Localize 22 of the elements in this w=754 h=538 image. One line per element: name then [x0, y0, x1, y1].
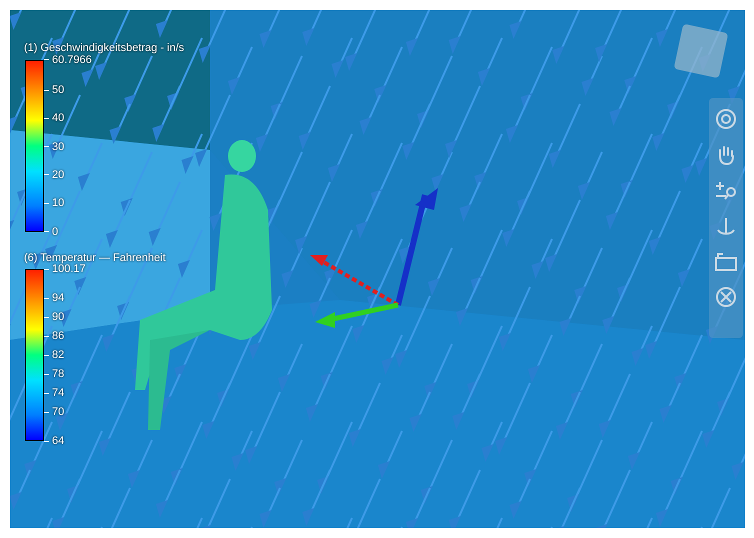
legend-title: (1) Geschwindigkeitsbetrag - in/s — [24, 41, 184, 55]
legend-value: 74 — [52, 386, 64, 400]
legend-value: 82 — [52, 348, 64, 362]
legend-value: 10 — [52, 196, 64, 210]
fit-view-icon[interactable] — [714, 252, 738, 272]
legend-value: 100.17 — [52, 263, 86, 276]
legend-value: 70 — [52, 405, 64, 420]
legend-value: 50 — [52, 83, 64, 98]
legend-value: 94 — [52, 291, 64, 306]
legend-value: 30 — [52, 140, 64, 154]
legend-value: 64 — [52, 434, 64, 448]
legend-value: 86 — [52, 329, 64, 344]
legend-title: (6) Temperatur — Fahrenheit — [24, 250, 167, 264]
close-icon[interactable] — [715, 286, 737, 308]
zoom-icon[interactable] — [714, 180, 738, 202]
legend-value: 20 — [52, 168, 64, 182]
legend-value: 90 — [52, 310, 64, 324]
legend-value: 0 — [52, 224, 58, 238]
orbit-icon[interactable] — [715, 108, 737, 130]
legend-value: 78 — [52, 367, 64, 382]
legend-value: 60.7966 — [52, 54, 92, 66]
legend-value: 40 — [52, 111, 64, 126]
